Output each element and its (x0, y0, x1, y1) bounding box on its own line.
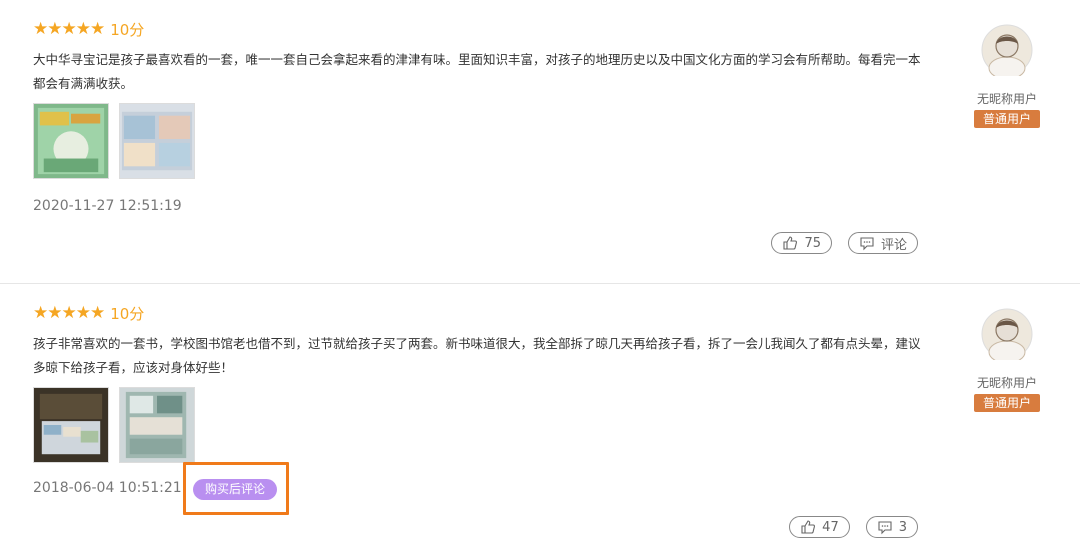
review-item: ★★★★★ 10分 孩子非常喜欢的一套书，学校图书馆老也借不到，过节就给孩子买了… (0, 284, 1080, 559)
review-actions: 47 3 (789, 516, 918, 538)
reviewer-info: 无昵称用户 普通用户 (970, 308, 1044, 412)
review-image[interactable] (119, 387, 195, 463)
purchase-badge: 购买后评论 (193, 479, 278, 500)
review-image[interactable] (119, 103, 195, 179)
review-actions: 75 评论 (771, 232, 918, 254)
like-button[interactable]: 75 (771, 232, 832, 254)
reviewer-name: 无昵称用户 (976, 92, 1037, 106)
like-count: 47 (822, 519, 839, 535)
review-images (33, 387, 195, 463)
review-content: 大中华寻宝记是孩子最喜欢看的一套，唯一一套自己会拿起来看的津津有味。里面知识丰富… (33, 52, 921, 91)
review-content: 孩子非常喜欢的一套书，学校图书馆老也借不到，过节就给孩子买了两套。新书味道很大，… (33, 336, 921, 375)
review-images (33, 103, 195, 179)
comment-button[interactable]: 3 (865, 516, 918, 538)
rating-stars: ★★★★★ 10分 (33, 303, 144, 323)
rating-score: 10分 (110, 304, 145, 323)
comment-icon (860, 237, 874, 251)
avatar-icon[interactable] (981, 308, 1033, 364)
like-count: 75 (804, 235, 821, 251)
review-image[interactable] (33, 103, 109, 179)
review-item: ★★★★★ 10分 大中华寻宝记是孩子最喜欢看的一套，唯一一套自己会拿起来看的津… (0, 0, 1080, 284)
rating-score: 10分 (110, 20, 145, 39)
comment-icon (878, 521, 892, 535)
user-level-badge: 普通用户 (973, 110, 1040, 128)
user-level-badge: 普通用户 (973, 394, 1040, 412)
review-date: 2018-06-04 10:51:21 (33, 480, 182, 496)
star-icon: ★★★★★ (33, 302, 105, 323)
reviewer-name: 无昵称用户 (976, 376, 1037, 390)
comment-label: 评论 (880, 237, 907, 253)
comment-count: 3 (898, 519, 907, 535)
comment-button[interactable]: 评论 (847, 232, 918, 254)
reviewer-info: 无昵称用户 普通用户 (970, 24, 1044, 128)
like-button[interactable]: 47 (789, 516, 850, 538)
review-date: 2020-11-27 12:51:19 (33, 198, 182, 214)
thumbs-up-icon (801, 520, 816, 534)
thumbs-up-icon (783, 236, 798, 250)
review-image[interactable] (33, 387, 109, 463)
rating-stars: ★★★★★ 10分 (33, 19, 144, 39)
star-icon: ★★★★★ (33, 18, 105, 39)
avatar-icon[interactable] (981, 24, 1033, 80)
